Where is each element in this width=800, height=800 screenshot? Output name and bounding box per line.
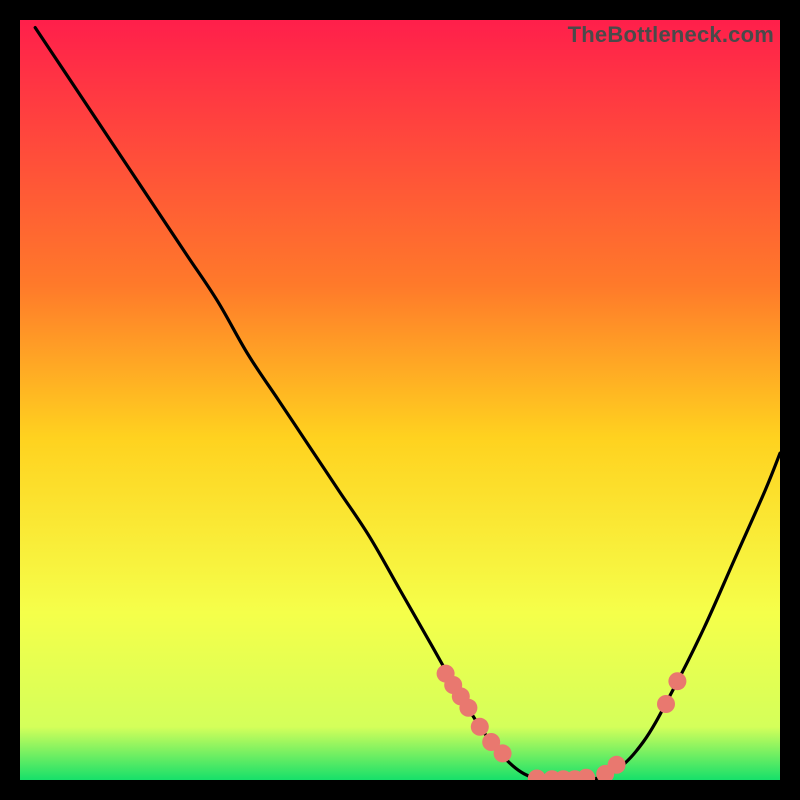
watermark-text: TheBottleneck.com [568,22,774,48]
highlight-point [668,672,686,690]
highlight-point [494,744,512,762]
highlight-point [608,756,626,774]
highlight-point [471,718,489,736]
highlight-point [657,695,675,713]
chart-frame: TheBottleneck.com [20,20,780,780]
highlight-point [459,699,477,717]
bottleneck-chart [20,20,780,780]
gradient-background [20,20,780,780]
